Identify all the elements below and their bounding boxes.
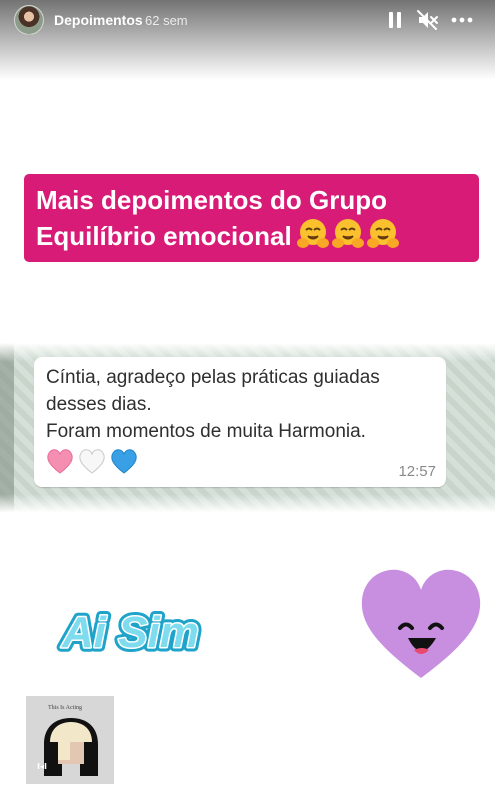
album-art xyxy=(44,718,98,776)
story-frame: Cíntia, agradeço pelas práticas guiadas … xyxy=(0,0,495,794)
title-line-2: Equilíbrio emocional xyxy=(36,217,467,259)
title-line-2-text: Equilíbrio emocional xyxy=(36,221,292,251)
hugging-emojis xyxy=(296,217,401,259)
pause-icon[interactable] xyxy=(383,8,407,32)
album-title: This Is Acting xyxy=(48,705,82,711)
message-line: desses dias. xyxy=(46,394,152,415)
mute-icon[interactable] xyxy=(415,8,439,32)
title-banner: Mais depoimentos do Grupo Equilíbrio emo… xyxy=(24,174,479,262)
blurred-area-top xyxy=(0,298,495,362)
avatar[interactable] xyxy=(14,5,44,35)
message-time: 12:57 xyxy=(398,463,436,480)
heart-emojis xyxy=(47,449,137,474)
title-line-1: Mais depoimentos do Grupo xyxy=(36,185,388,215)
blurred-area-bottom xyxy=(0,494,495,556)
story-header: Depoimentos 62 sem xyxy=(0,0,495,40)
hugging-face-emoji xyxy=(331,219,364,248)
pink-heart-icon xyxy=(47,449,73,474)
blue-heart-icon xyxy=(111,449,137,474)
aisim-text: Ai Sim xyxy=(61,608,199,657)
message-line: Cíntia, agradeço pelas práticas guiadas xyxy=(46,367,380,388)
hugging-face-emoji xyxy=(296,219,329,248)
post-age: 62 sem xyxy=(145,13,188,28)
aisim-sticker[interactable]: Ai Sim Ai Sim Ai Sim xyxy=(56,595,216,665)
smiling-heart-sticker[interactable] xyxy=(356,566,486,684)
chat-message-bubble: Cíntia, agradeço pelas práticas guiadas … xyxy=(34,357,446,487)
hugging-face-emoji xyxy=(366,219,399,248)
music-sticker[interactable]: This Is Acting I◂I xyxy=(26,696,114,784)
white-heart-icon xyxy=(79,449,105,474)
more-icon[interactable] xyxy=(450,8,474,32)
username[interactable]: Depoimentos xyxy=(54,12,143,28)
message-line: Foram momentos de muita Harmonia. xyxy=(46,421,366,442)
music-play-label: I◂I xyxy=(37,762,47,771)
